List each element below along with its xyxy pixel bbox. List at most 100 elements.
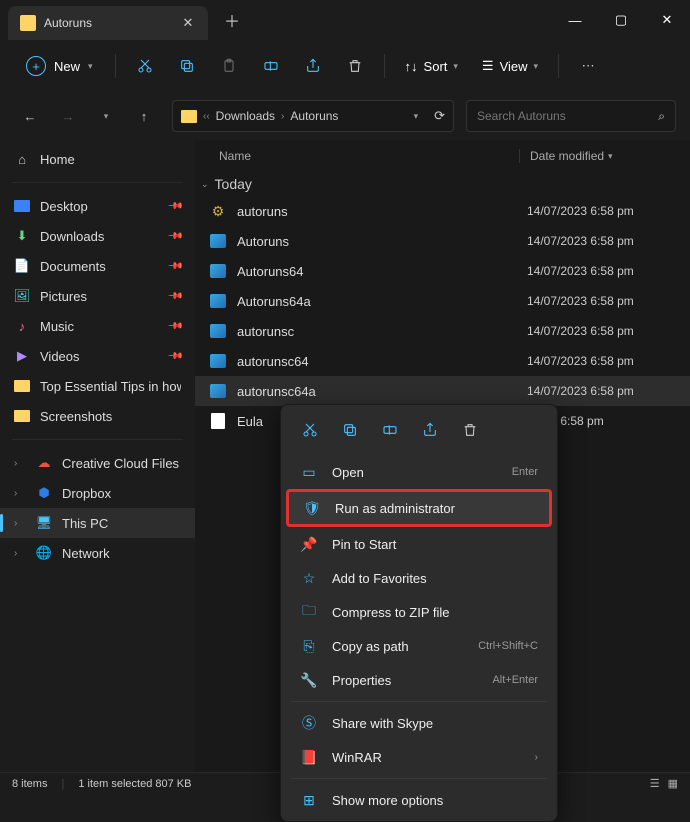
share-button[interactable] [294, 48, 332, 84]
close-window-button[interactable]: ✕ [644, 0, 690, 40]
close-tab-icon[interactable]: ✕ [180, 15, 196, 31]
ctx-cut-button[interactable] [291, 413, 329, 447]
chevron-right-icon: › [281, 111, 284, 122]
status-selected: 1 item selected 807 KB [78, 778, 191, 790]
copy-button[interactable] [168, 48, 206, 84]
column-name[interactable]: Name [219, 149, 519, 163]
breadcrumb-segment[interactable]: Downloads [216, 109, 275, 123]
sort-label: Sort [424, 59, 448, 74]
group-label: Today [215, 176, 252, 192]
item-icon: 🖥 [36, 515, 52, 531]
file-row[interactable]: ⚙autoruns14/07/2023 6:58 pm [195, 196, 690, 226]
forward-button[interactable]: → [52, 100, 84, 132]
ctx-open[interactable]: ▭OpenEnter [286, 455, 552, 489]
new-button[interactable]: + New ▾ [14, 50, 105, 82]
chevron-down-icon[interactable]: ▾ [414, 111, 419, 122]
divider: | [61, 778, 64, 790]
file-icon [209, 262, 227, 280]
file-date: 14/07/2023 6:58 pm [527, 264, 634, 278]
chevron-down-icon: ⌄ [201, 179, 209, 190]
chevron-left-icon: ‹‹ [203, 111, 210, 122]
sidebar-item-home[interactable]: ⌂ Home [0, 144, 195, 174]
sidebar-item-pictures[interactable]: 🖼Pictures📌 [0, 281, 195, 311]
sidebar-item-desktop[interactable]: Desktop📌 [0, 191, 195, 221]
recent-button[interactable]: ▾ [90, 100, 122, 132]
sidebar: ⌂ Home Desktop📌⬇Downloads📌📄Documents📌🖼Pi… [0, 140, 195, 772]
sidebar-item-creative-cloud-files[interactable]: ›☁Creative Cloud Files [0, 448, 195, 478]
new-label: New [54, 59, 80, 74]
sidebar-item-documents[interactable]: 📄Documents📌 [0, 251, 195, 281]
new-tab-button[interactable]: ＋ [216, 4, 248, 36]
file-row[interactable]: Autoruns6414/07/2023 6:58 pm [195, 256, 690, 286]
details-view-icon[interactable]: ☰ [650, 777, 660, 790]
file-date: 14/07/2023 6:58 pm [527, 204, 634, 218]
sidebar-item-label: Top Essential Tips in how to [40, 379, 181, 394]
ctx-delete-button[interactable] [451, 413, 489, 447]
sidebar-item-top-essential-tips-in-how-to[interactable]: Top Essential Tips in how to [0, 371, 195, 401]
maximize-button[interactable]: ▢ [598, 0, 644, 40]
tab-current[interactable]: Autoruns ✕ [8, 6, 208, 40]
file-icon [209, 412, 227, 430]
file-date: 14/07/2023 6:58 pm [527, 294, 634, 308]
chevron-right-icon: › [14, 518, 26, 529]
sidebar-item-music[interactable]: ♪Music📌 [0, 311, 195, 341]
sort-icon: ↑↓ [405, 59, 418, 74]
file-row[interactable]: autorunsc64a14/07/2023 6:58 pm [195, 376, 690, 406]
refresh-button[interactable]: ⟳ [434, 108, 445, 124]
file-icon [209, 322, 227, 340]
pin-icon: 📌 [166, 198, 183, 215]
ctx-share-button[interactable] [411, 413, 449, 447]
file-row[interactable]: autorunsc6414/07/2023 6:58 pm [195, 346, 690, 376]
ctx-label: Show more options [332, 793, 538, 808]
back-button[interactable]: ← [14, 100, 46, 132]
separator [12, 182, 183, 183]
rar-icon: 📕 [300, 749, 318, 766]
sidebar-item-screenshots[interactable]: Screenshots [0, 401, 195, 431]
ctx-share-with-skype[interactable]: ⓈShare with Skype [286, 706, 552, 740]
ctx-pin-to-start[interactable]: 📌Pin to Start [286, 527, 552, 561]
thumbnails-view-icon[interactable]: ▦ [668, 777, 678, 790]
ctx-winrar[interactable]: 📕WinRAR› [286, 740, 552, 774]
sidebar-item-videos[interactable]: ▶Videos📌 [0, 341, 195, 371]
group-header[interactable]: ⌄ Today [195, 172, 690, 196]
search-input[interactable]: Search Autoruns ⌕ [466, 100, 676, 132]
item-icon [14, 378, 30, 394]
ctx-label: Share with Skype [332, 716, 538, 731]
ctx-compress-to-zip-file[interactable]: 🗀Compress to ZIP file [286, 595, 552, 629]
delete-button[interactable] [336, 48, 374, 84]
sidebar-item-this-pc[interactable]: ›🖥This PC [0, 508, 195, 538]
ctx-add-to-favorites[interactable]: ☆Add to Favorites [286, 561, 552, 595]
ctx-run-as-administrator[interactable]: 🛡Run as administrator [286, 489, 552, 527]
sidebar-item-network[interactable]: ›🌐Network [0, 538, 195, 568]
sidebar-item-downloads[interactable]: ⬇Downloads📌 [0, 221, 195, 251]
chevron-right-icon: › [14, 458, 26, 469]
file-row[interactable]: Autoruns14/07/2023 6:58 pm [195, 226, 690, 256]
file-row[interactable]: autorunsc14/07/2023 6:58 pm [195, 316, 690, 346]
ctx-properties[interactable]: 🔧PropertiesAlt+Enter [286, 663, 552, 697]
sidebar-item-dropbox[interactable]: ›⬢Dropbox [0, 478, 195, 508]
sort-button[interactable]: ↑↓ Sort ▾ [395, 53, 468, 80]
ctx-copy-button[interactable] [331, 413, 369, 447]
ctx-show-more[interactable]: ⊞ Show more options [286, 783, 552, 817]
ctx-label: Open [332, 465, 498, 480]
folder-icon [181, 110, 197, 123]
pin-icon: 📌 [166, 318, 183, 335]
ctx-rename-button[interactable] [371, 413, 409, 447]
cut-button[interactable] [126, 48, 164, 84]
ctx-copy-as-path[interactable]: ⎘Copy as pathCtrl+Shift+C [286, 629, 552, 663]
item-icon: 🖼 [14, 288, 30, 304]
minimize-button[interactable]: ― [552, 0, 598, 40]
breadcrumb-segment[interactable]: Autoruns [290, 109, 338, 123]
breadcrumb[interactable]: ‹‹ Downloads › Autoruns ▾ ⟳ [172, 100, 454, 132]
sidebar-item-label: Dropbox [62, 486, 111, 501]
sidebar-item-label: Screenshots [40, 409, 112, 424]
file-row[interactable]: Autoruns64a14/07/2023 6:58 pm [195, 286, 690, 316]
more-button[interactable]: ⋯ [569, 48, 607, 84]
file-name: autoruns [237, 204, 527, 219]
divider [115, 54, 116, 78]
column-date[interactable]: Date modified ▾ [519, 149, 613, 163]
view-button[interactable]: ☰ View ▾ [472, 52, 548, 80]
paste-button[interactable] [210, 48, 248, 84]
up-button[interactable]: ↑ [128, 100, 160, 132]
rename-button[interactable] [252, 48, 290, 84]
